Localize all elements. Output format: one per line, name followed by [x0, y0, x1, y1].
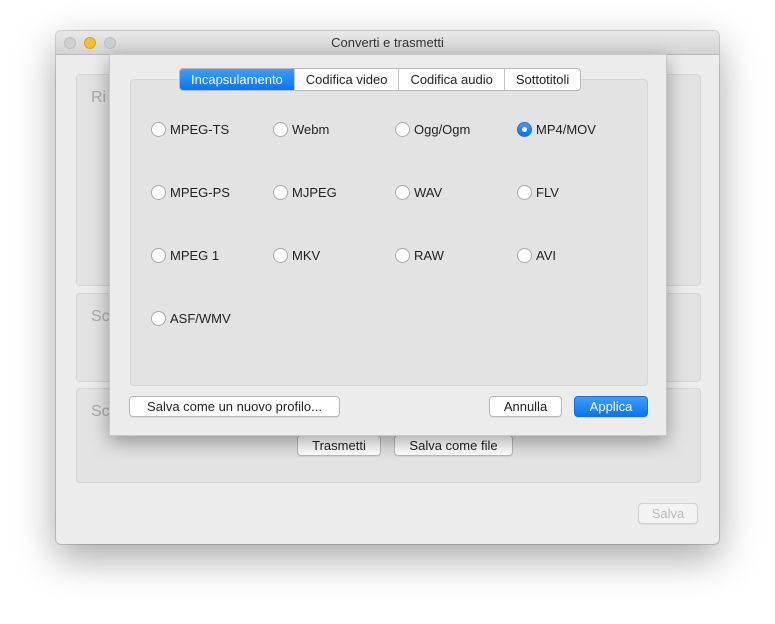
radio-label: AVI: [536, 248, 556, 263]
radio-mpeg-ps[interactable]: MPEG-PS: [151, 185, 230, 200]
save-button[interactable]: Salva: [638, 503, 698, 524]
radio-label: WAV: [414, 185, 443, 200]
radio-circle[interactable]: [151, 185, 166, 200]
save-as-file-button[interactable]: Salva come file: [394, 435, 513, 456]
panel-label: Sc: [91, 308, 110, 325]
radio-circle[interactable]: [151, 122, 166, 137]
radio-label: Ogg/Ogm: [414, 122, 471, 137]
radio-label: ASF/WMV: [170, 311, 231, 326]
tab-audio-codec[interactable]: Codifica audio: [398, 69, 503, 90]
radio-label: MPEG 1: [170, 248, 220, 263]
radio-asf-wmv[interactable]: ASF/WMV: [151, 311, 231, 326]
radio-circle[interactable]: [395, 185, 410, 200]
radio-circle[interactable]: [151, 311, 166, 326]
radio-circle[interactable]: [395, 122, 410, 137]
radio-flv[interactable]: FLV: [517, 185, 559, 200]
radio-circle[interactable]: [395, 248, 410, 263]
profile-edit-sheet: Incapsulamento Codifica video Codifica a…: [109, 54, 667, 436]
tab-bar: Incapsulamento Codifica video Codifica a…: [179, 68, 582, 91]
save-new-profile-button[interactable]: Salva come un nuovo profilo...: [129, 396, 340, 417]
window-title: Converti e trasmetti: [331, 35, 444, 50]
radio-label: MPEG-TS: [170, 122, 230, 137]
title-bar: Converti e trasmetti: [56, 31, 719, 55]
stream-button[interactable]: Trasmetti: [297, 435, 381, 456]
radio-mjpeg[interactable]: MJPEG: [273, 185, 337, 200]
radio-mp4-mov[interactable]: MP4/MOV: [517, 122, 596, 137]
radio-ogg-ogm[interactable]: Ogg/Ogm: [395, 122, 470, 137]
minimize-button[interactable]: [84, 37, 96, 49]
tab-video-codec[interactable]: Codifica video: [293, 69, 399, 90]
panel-label: Ri: [91, 89, 107, 106]
radio-mkv[interactable]: MKV: [273, 248, 320, 263]
radio-circle[interactable]: [273, 248, 288, 263]
radio-label: MP4/MOV: [536, 122, 596, 137]
radio-label: MJPEG: [292, 185, 337, 200]
radio-mpeg-1[interactable]: MPEG 1: [151, 248, 219, 263]
radio-webm[interactable]: Webm: [273, 122, 329, 137]
close-button[interactable]: [64, 37, 76, 49]
radio-circle[interactable]: [517, 248, 532, 263]
radio-label: MPEG-PS: [170, 185, 230, 200]
encapsulation-options: MPEG-TS Webm Ogg/Ogm MP4/MOV MPEG-PS MJPEG WAV…: [130, 79, 648, 386]
radio-raw[interactable]: RAW: [395, 248, 444, 263]
radio-circle[interactable]: [273, 122, 288, 137]
radio-mpeg-ts[interactable]: MPEG-TS: [151, 122, 229, 137]
radio-avi[interactable]: AVI: [517, 248, 556, 263]
cancel-button[interactable]: Annulla: [489, 396, 562, 417]
radio-circle[interactable]: [517, 122, 532, 137]
panel-label: Sc: [91, 403, 110, 420]
radio-circle[interactable]: [151, 248, 166, 263]
radio-label: MKV: [292, 248, 321, 263]
radio-label: FLV: [536, 185, 559, 200]
radio-circle[interactable]: [273, 185, 288, 200]
apply-button[interactable]: Applica: [574, 396, 648, 417]
tab-subtitles[interactable]: Sottotitoli: [503, 69, 580, 90]
radio-label: Webm: [292, 122, 330, 137]
tab-encapsulation[interactable]: Incapsulamento: [180, 69, 294, 90]
radio-wav[interactable]: WAV: [395, 185, 442, 200]
radio-circle[interactable]: [517, 185, 532, 200]
radio-label: RAW: [414, 248, 444, 263]
zoom-button[interactable]: [104, 37, 116, 49]
